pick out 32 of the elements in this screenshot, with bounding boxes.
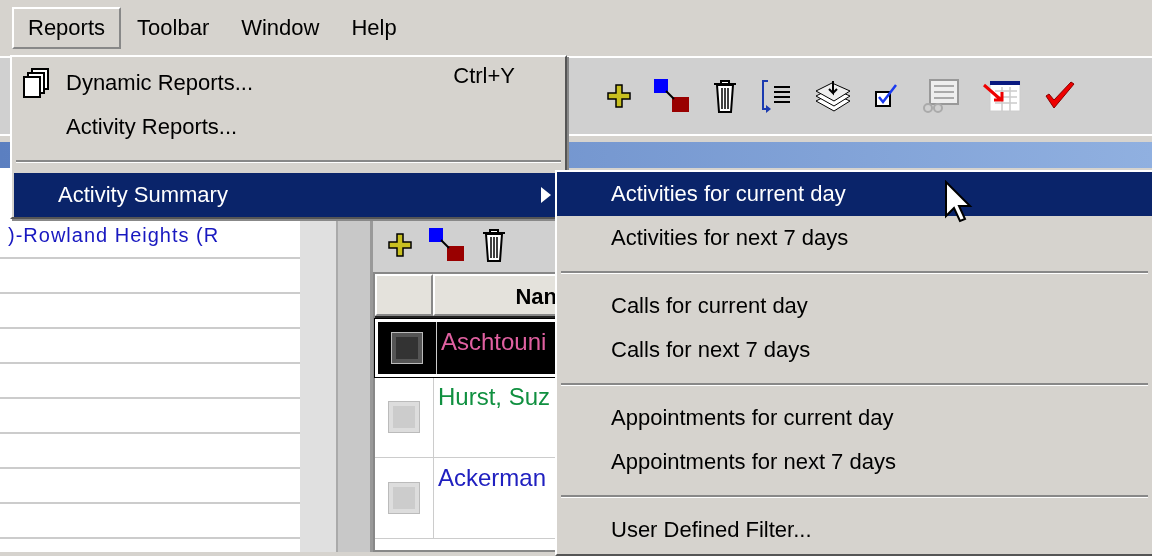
cursor-icon [944,180,974,224]
stack-icon[interactable] [814,79,852,113]
squares-icon[interactable] [429,228,465,262]
menu-item[interactable]: Window [225,7,336,49]
menu-item[interactable]: User Defined Filter... [557,508,1152,552]
list-item[interactable]: )-Rowland Heights (R [8,223,220,247]
menu-item[interactable]: Activities for current day [557,172,1152,216]
menu-item[interactable]: Calls for current day [557,284,1152,328]
column-header[interactable] [375,274,433,316]
menu-item[interactable]: Toolbar [121,7,226,49]
plus-icon[interactable] [606,83,632,109]
trash-icon[interactable] [481,228,507,262]
plus-icon[interactable] [387,232,413,258]
pages-icon[interactable] [22,67,50,99]
menu-item[interactable]: Reports [12,7,122,49]
menu-item[interactable]: Appointments for next 7 days [557,440,1152,484]
menu-item[interactable]: Activity Reports... [12,105,565,149]
menu-item[interactable]: Help [335,7,413,49]
squares-icon[interactable] [654,79,690,113]
menu-item[interactable]: Calls for next 7 days [557,328,1152,372]
name-text: Aschtouni [441,328,547,355]
row-checkbox[interactable] [392,333,422,363]
menu-item[interactable]: Appointments for current day [557,396,1152,440]
trash-icon[interactable] [712,79,738,113]
caret-icon[interactable] [541,187,551,203]
checkbox-icon[interactable] [874,82,900,110]
shortcut-label: Ctrl+Y [453,63,515,89]
menu-item[interactable]: Activities for next 7 days [557,216,1152,260]
name-text: Ackerman [438,464,547,491]
name-text: Hurst, Suz [438,383,551,410]
list-icon[interactable] [760,79,792,113]
table-arrow-icon[interactable] [982,79,1022,113]
